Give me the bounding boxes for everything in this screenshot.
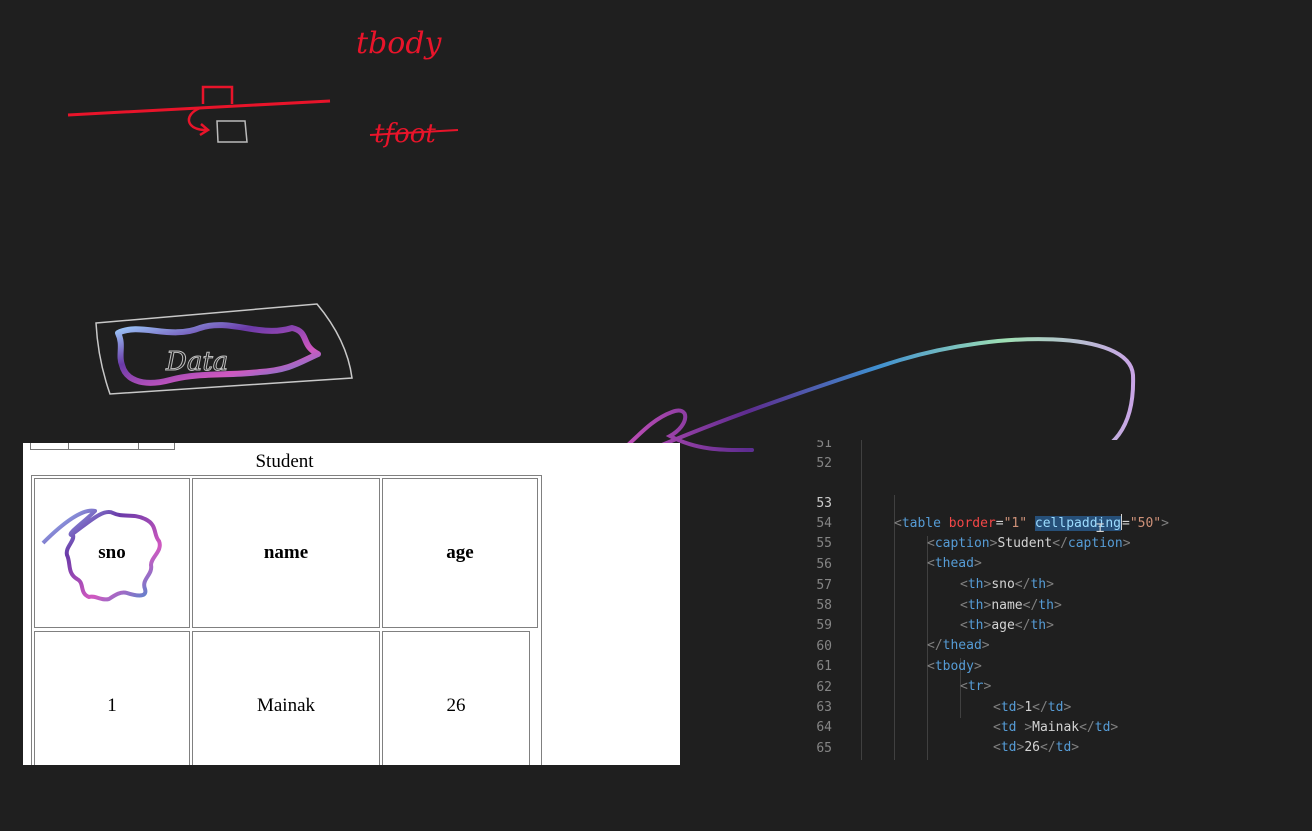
table-sketch [67,85,331,143]
code-line[interactable]: 56 <th>sno</th> [780,535,1312,592]
student-table: sno name age 1 Mainak 26 [31,475,542,765]
data-cell-age: 26 [382,631,530,765]
data-sticker: Data [95,303,353,395]
code-line-active[interactable]: 53 <table border="1" cellpadding="50"> [780,474,1312,531]
text-cursor-icon: ⌶ [1096,520,1105,536]
data-cell-sno: 1 [34,631,190,765]
line-number: 66 [780,759,832,760]
data-annotation: Data [165,347,228,377]
code-line[interactable]: 64 <td>26</td> [780,698,1312,755]
code-line[interactable]: 51 [780,440,1312,454]
code-line[interactable]: 62 <td>1</td> [780,658,1312,715]
table-caption: Student [255,451,314,472]
line-number: 52 [816,456,832,471]
header-cell-name: name [192,478,380,628]
code-line[interactable]: 55 <thead> [780,514,1312,571]
tbody-annotation: tbody [356,26,443,61]
code-line[interactable]: 52 [780,454,1312,474]
browser-preview: Student sno name age 1 Mainak 26 [23,443,680,765]
code-line[interactable]: 63 <td >Mainak</td> [780,678,1312,735]
code-line[interactable]: 60 <tbody> [780,617,1312,674]
arrow-annotation [616,337,1136,458]
code-line[interactable]: 61 <tr> [780,637,1312,694]
code-line[interactable]: 54 <caption>Student</caption> [780,494,1312,551]
code-line[interactable]: 58 <th>age</th> [780,576,1312,633]
line-number: 51 [816,440,832,451]
code-line[interactable]: 57 <th>name</th> [780,556,1312,613]
code-line[interactable]: 66 <tr> [780,739,1312,759]
code-editor[interactable]: 51 52 53 <table border="1" cellpadding="… [780,440,1312,760]
header-cell-age: age [382,478,538,628]
code-line[interactable]: 59 </thead> [780,596,1312,653]
previous-table-stub [30,443,175,450]
code-line[interactable]: 65 </tr> [780,719,1312,756]
data-cell-name: Mainak [192,631,380,765]
tfoot-annotation: tfoot [374,119,436,149]
header-cell-sno: sno [34,478,190,628]
